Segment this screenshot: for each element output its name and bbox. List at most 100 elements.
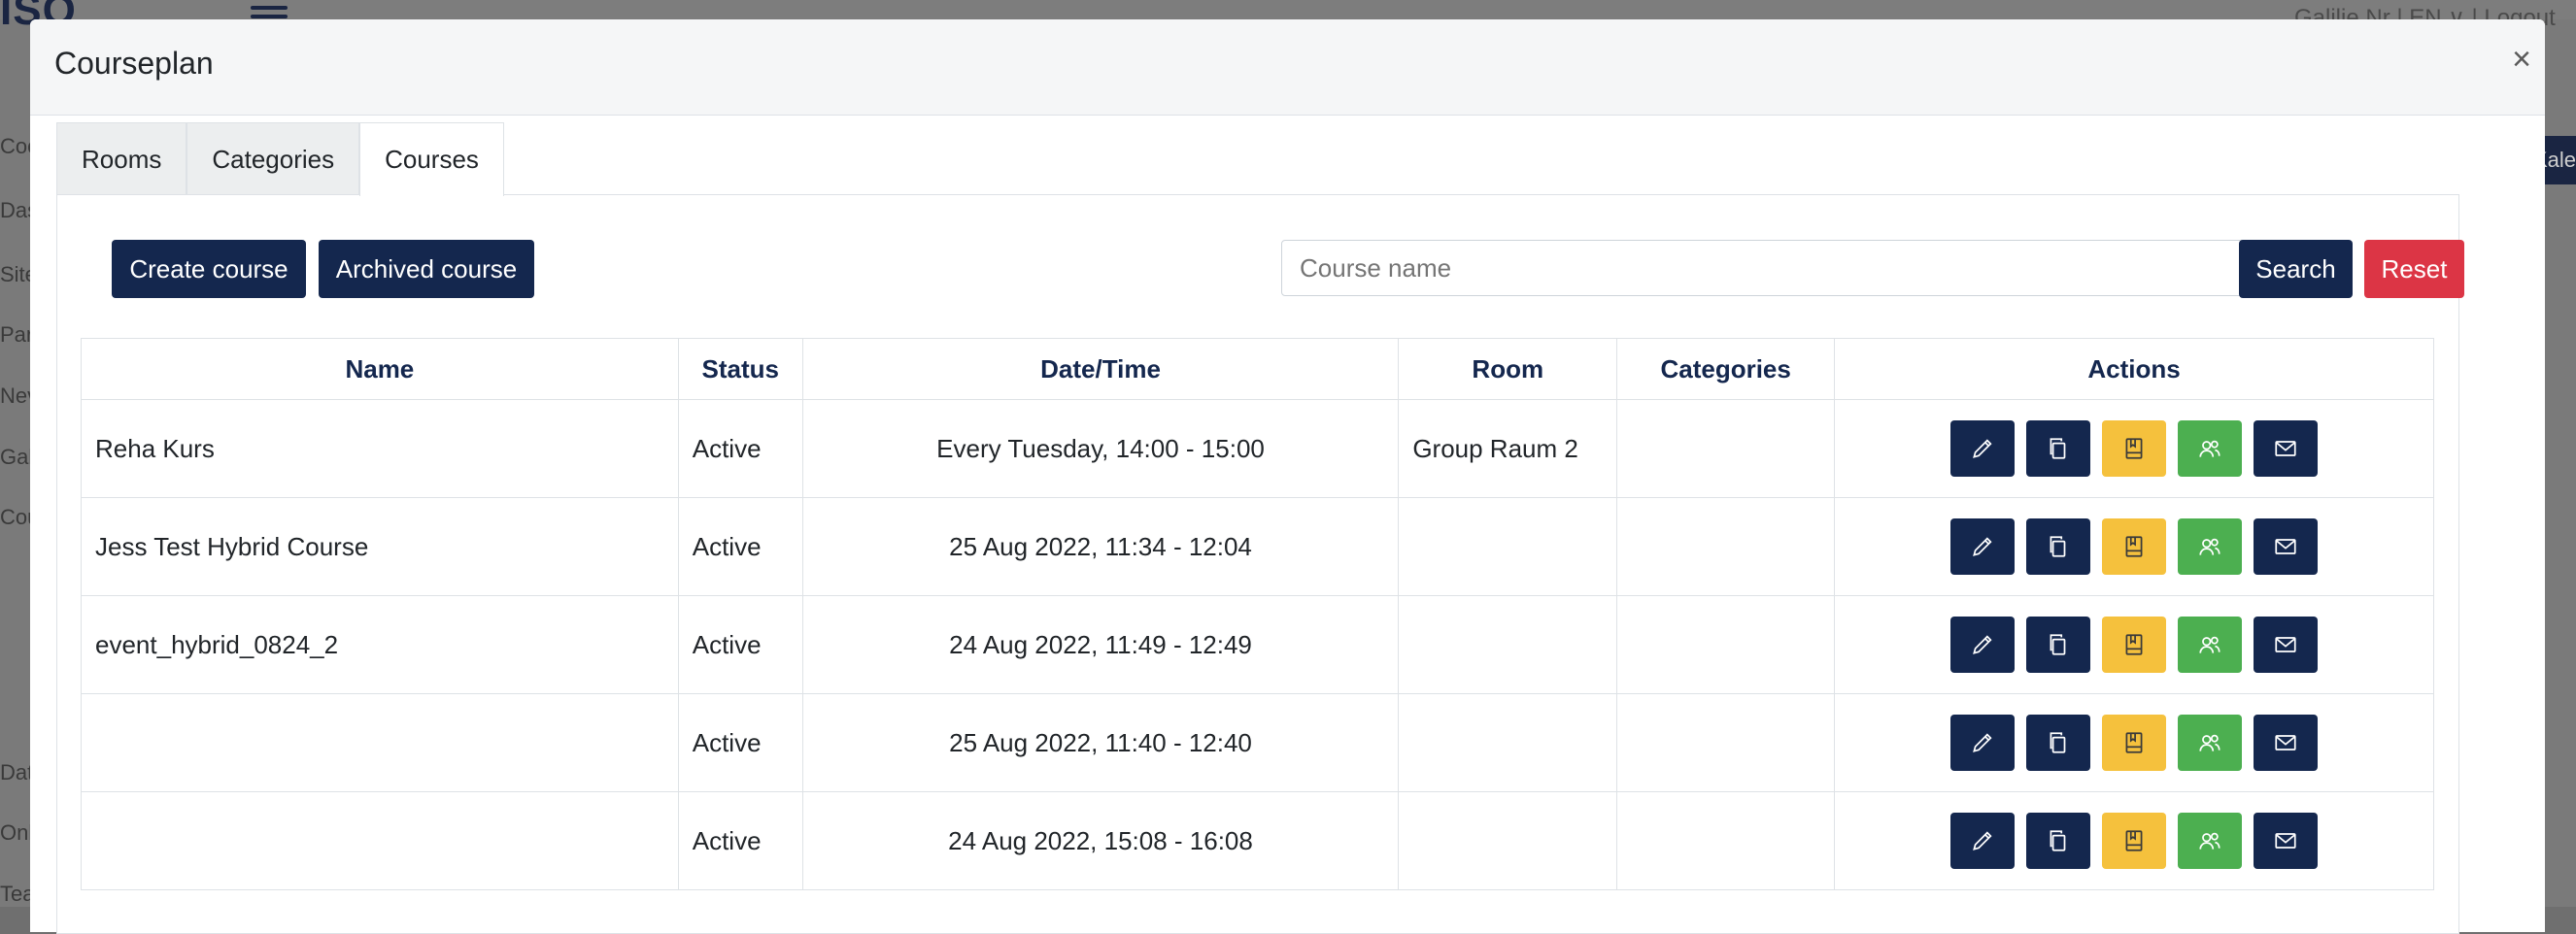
pencil-icon [1973,831,1992,851]
course-status-cell: Active [677,693,803,792]
course-actions-cell [1834,399,2434,498]
course-datetime-cell: Every Tuesday, 14:00 - 15:00 [801,399,1400,498]
tab-categories[interactable]: Categories [186,122,360,195]
course-datetime-cell: 24 Aug 2022, 11:49 - 12:49 [801,595,1400,694]
course-room-cell [1398,497,1618,596]
course-name-search-input[interactable] [1281,240,2270,296]
course-status-cell: Active [677,791,803,890]
course-name-cell: Jess Test Hybrid Course [81,497,679,596]
course-categories-cell [1616,497,1836,596]
archived-course-button[interactable]: Archived course [319,240,534,298]
users-icon [2199,734,2220,751]
email-button[interactable] [2254,715,2319,771]
column-header-status[interactable]: Status [677,338,803,400]
pencil-icon [1973,537,1992,556]
edit-button[interactable] [1950,813,2016,869]
course-room-cell [1398,595,1618,694]
pencil-icon [1973,635,1992,654]
email-button[interactable] [2254,420,2319,477]
envelope-icon [2275,735,2296,751]
pencil-icon [1973,733,1992,752]
modal-title: Courseplan [54,46,214,81]
course-status-cell: Active [677,595,803,694]
hamburger-menu-icon [251,6,288,19]
copy-icon [2050,536,2066,557]
copy-icon [2050,830,2066,851]
course-room-cell [1398,693,1618,792]
book-icon [2125,732,2143,753]
course-room-cell [1398,791,1618,890]
course-name-cell [81,693,679,792]
email-button[interactable] [2254,518,2319,575]
duplicate-button[interactable] [2026,715,2091,771]
participants-button[interactable] [2178,420,2243,477]
course-status-cell: Active [677,399,803,498]
archive-button[interactable] [2102,813,2167,869]
course-actions-cell [1834,497,2434,596]
archive-button[interactable] [2102,518,2167,575]
course-categories-cell [1616,595,1836,694]
duplicate-button[interactable] [2026,617,2091,673]
background-sidebar-item: Dat [0,760,34,784]
pencil-icon [1973,439,1992,458]
background-sidebar-item: Gal [0,445,34,469]
envelope-icon [2275,833,2296,849]
course-name-cell: Reha Kurs [81,399,679,498]
table-row: Active 25 Aug 2022, 11:40 - 12:40 [81,693,2434,792]
archive-button[interactable] [2102,420,2167,477]
envelope-icon [2275,441,2296,456]
table-row: event_hybrid_0824_2 Active 24 Aug 2022, … [81,595,2434,694]
course-actions-cell [1834,791,2434,890]
duplicate-button[interactable] [2026,518,2091,575]
modal-header: Courseplan × [30,19,2545,116]
participants-button[interactable] [2178,715,2243,771]
course-actions-cell [1834,595,2434,694]
edit-button[interactable] [1950,715,2016,771]
users-icon [2199,636,2220,653]
course-categories-cell [1616,399,1836,498]
edit-button[interactable] [1950,518,2016,575]
participants-button[interactable] [2178,813,2243,869]
course-categories-cell [1616,791,1836,890]
reset-button[interactable]: Reset [2364,240,2464,298]
book-icon [2125,634,2143,655]
edit-button[interactable] [1950,420,2016,477]
tab-rooms[interactable]: Rooms [56,122,187,195]
column-header-room[interactable]: Room [1398,338,1618,400]
copy-icon [2050,634,2066,655]
email-button[interactable] [2254,617,2319,673]
copy-icon [2050,438,2066,459]
archive-button[interactable] [2102,617,2167,673]
participants-button[interactable] [2178,617,2243,673]
column-header-name[interactable]: Name [81,338,679,400]
table-row: Reha Kurs Active Every Tuesday, 14:00 - … [81,399,2434,498]
create-course-button[interactable]: Create course [112,240,306,298]
archive-button[interactable] [2102,715,2167,771]
email-button[interactable] [2254,813,2319,869]
course-datetime-cell: 24 Aug 2022, 15:08 - 16:08 [801,791,1400,890]
users-icon [2199,538,2220,555]
book-icon [2125,536,2143,557]
participants-button[interactable] [2178,518,2243,575]
search-button[interactable]: Search [2239,240,2353,298]
duplicate-button[interactable] [2026,420,2091,477]
table-header-row: Name Status Date/Time Room Categories Ac… [81,338,2434,400]
users-icon [2199,832,2220,850]
close-icon[interactable]: × [2512,43,2531,76]
edit-button[interactable] [1950,617,2016,673]
course-name-cell [81,791,679,890]
duplicate-button[interactable] [2026,813,2091,869]
course-name-cell: event_hybrid_0824_2 [81,595,679,694]
book-icon [2125,438,2143,459]
course-categories-cell [1616,693,1836,792]
column-header-datetime[interactable]: Date/Time [801,338,1400,400]
book-icon [2125,830,2143,851]
course-datetime-cell: 25 Aug 2022, 11:34 - 12:04 [801,497,1400,596]
course-status-cell: Active [677,497,803,596]
column-header-categories[interactable]: Categories [1616,338,1836,400]
envelope-icon [2275,637,2296,652]
course-datetime-cell: 25 Aug 2022, 11:40 - 12:40 [801,693,1400,792]
users-icon [2199,440,2220,457]
background-sidebar-item: Par [0,322,34,347]
tab-courses[interactable]: Courses [359,122,504,196]
